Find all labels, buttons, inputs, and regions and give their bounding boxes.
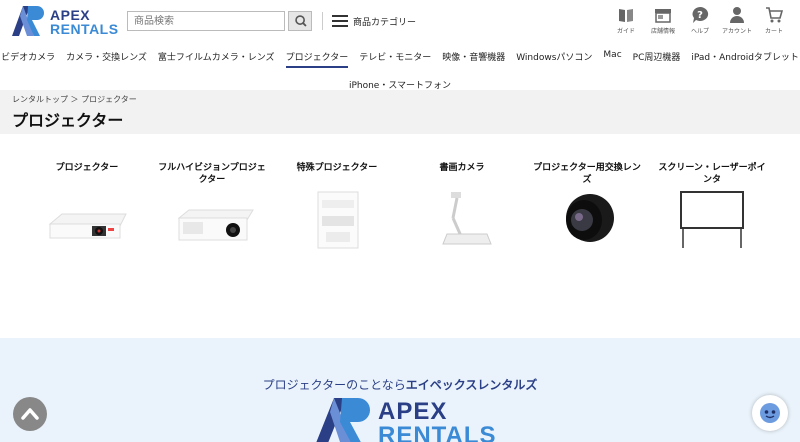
screen-image <box>680 191 744 248</box>
scroll-to-top-button[interactable] <box>13 397 47 431</box>
category-menu-button[interactable]: 商品カテゴリー <box>332 12 416 30</box>
special-projector-image <box>317 191 359 249</box>
footer-logo-mark <box>316 398 370 442</box>
nav-item-mac[interactable]: Mac <box>603 50 621 68</box>
nav-item-tablet[interactable]: iPad・Androidタブレット <box>691 50 799 68</box>
subcategory-name: 特殊プロジェクター <box>296 163 378 173</box>
guide-icon <box>619 9 633 22</box>
nav-item-pc-peripherals[interactable]: PC周辺機器 <box>633 50 681 68</box>
fullhd-projector-image <box>177 209 254 241</box>
store-label: 店舗情報 <box>650 28 675 35</box>
help-link[interactable]: ? ヘルプ <box>686 6 714 35</box>
account-icon <box>730 7 744 23</box>
brand-logo-mark <box>12 6 44 36</box>
subcategory-tile-document-camera[interactable]: 書画カメラ <box>407 162 517 250</box>
chevron-up-icon <box>21 408 39 420</box>
search-button[interactable] <box>288 11 312 31</box>
brand-logo[interactable]: APEX RENTALS <box>10 6 120 37</box>
account-link[interactable]: アカウント <box>722 6 753 35</box>
subcategory-tile-projector[interactable]: プロジェクター <box>32 162 142 250</box>
nav-item-windows-pc[interactable]: Windowsパソコン <box>516 50 592 68</box>
footer-logo: APEX RENTALS <box>312 398 512 442</box>
footer-tagline-brand: エイペックスレンタルズ <box>405 378 538 392</box>
hamburger-icon <box>332 15 348 27</box>
header-divider <box>322 12 323 30</box>
help-label: ヘルプ <box>690 28 709 35</box>
footer-brand-band: プロジェクターのことならエイペックスレンタルズ APEX RENTALS <box>0 338 800 442</box>
subcategory-grid: プロジェクター フルハイビジョンプロジェクター 特殊プロジェクター 書画カメラ <box>20 162 800 262</box>
store-icon <box>655 9 671 23</box>
projector-image <box>48 213 127 239</box>
subcategory-tile-special-projector[interactable]: 特殊プロジェクター <box>282 162 392 250</box>
svg-text:?: ? <box>697 10 703 21</box>
subcategory-tile-fullhd-projector[interactable]: フルハイビジョンプロジェクター <box>157 162 267 250</box>
subcategory-name: プロジェクター <box>55 163 119 173</box>
cart-label: カート <box>764 28 783 35</box>
document-camera-image <box>442 192 492 245</box>
cart-icon <box>766 7 783 23</box>
nav-item-av-equipment[interactable]: 映像・音響機器 <box>442 50 505 68</box>
nav-item-tv-monitor[interactable]: テレビ・モニター <box>359 50 431 68</box>
subcategory-name: スクリーン・レーザーポインタ <box>658 163 766 185</box>
store-link[interactable]: 店舗情報 <box>649 6 677 35</box>
nav-item-video-camera[interactable]: ビデオカメラ <box>1 50 55 68</box>
subcategory-name: 書画カメラ <box>439 163 485 173</box>
site-header: APEX RENTALS 商品カテゴリー ガイド 店舗情報 <box>0 0 800 42</box>
projector-lens-image <box>566 194 614 242</box>
footer-logo-line2: RENTALS <box>378 422 497 442</box>
category-nav: ビデオカメラ カメラ・交換レンズ 富士フイルムカメラ・レンズ プロジェクター テ… <box>0 44 800 91</box>
subcategory-tile-screen[interactable]: スクリーン・レーザーポインタ <box>657 162 767 250</box>
guide-label: ガイド <box>616 28 635 35</box>
cart-link[interactable]: カート <box>760 6 788 35</box>
search-input[interactable] <box>127 11 285 31</box>
search-icon <box>295 15 307 27</box>
brand-name-line2: RENTALS <box>50 21 119 37</box>
header-icon-group: ガイド 店舗情報 ? ヘルプ アカウント カート <box>612 6 788 35</box>
account-label: アカウント <box>722 28 753 35</box>
chat-bot-icon <box>760 403 780 423</box>
nav-item-fujifilm[interactable]: 富士フイルムカメラ・レンズ <box>158 50 275 68</box>
help-icon: ? <box>692 6 709 23</box>
nav-item-projector[interactable]: プロジェクター <box>285 50 349 68</box>
category-nav-row: ビデオカメラ カメラ・交換レンズ 富士フイルムカメラ・レンズ プロジェクター テ… <box>0 50 800 68</box>
guide-link[interactable]: ガイド <box>612 6 640 35</box>
footer-tagline-prefix: プロジェクターのことなら <box>262 378 406 392</box>
page-header-band: レンタルトップ ＞ プロジェクター プロジェクター <box>0 90 800 134</box>
category-menu-label: 商品カテゴリー <box>353 17 417 28</box>
subcategory-tile-projector-lens[interactable]: プロジェクター用交換レンズ <box>532 162 642 250</box>
nav-item-camera-lens[interactable]: カメラ・交換レンズ <box>66 50 147 68</box>
footer-tagline: プロジェクターのことならエイペックスレンタルズ <box>0 376 800 393</box>
subcategory-name: プロジェクター用交換レンズ <box>533 163 641 185</box>
breadcrumb[interactable]: レンタルトップ ＞ プロジェクター <box>12 94 137 105</box>
chat-support-button[interactable] <box>752 395 788 431</box>
page-title: プロジェクター <box>12 111 124 130</box>
subcategory-name: フルハイビジョンプロジェクター <box>158 163 266 185</box>
